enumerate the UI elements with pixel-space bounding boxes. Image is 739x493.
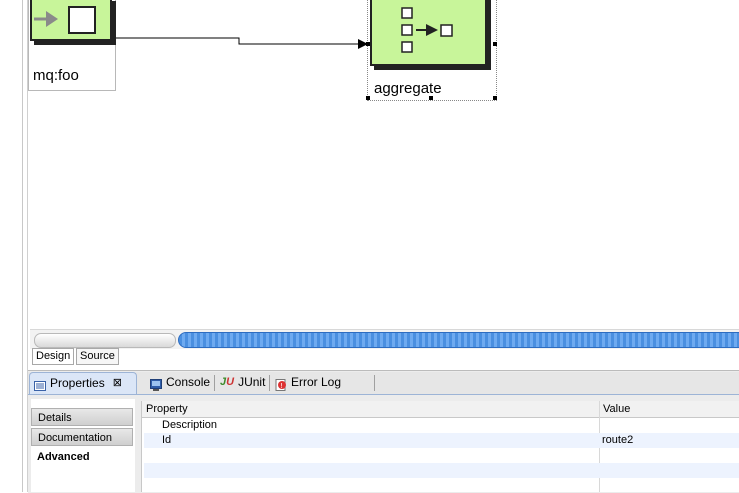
tab-divider — [374, 375, 375, 391]
scrollbar-track-left — [34, 333, 176, 348]
table-row[interactable]: Description — [144, 418, 739, 433]
junit-icon: JU — [220, 376, 235, 388]
node-aggregate-body — [370, 0, 487, 66]
table-row[interactable]: Id route2 — [144, 433, 739, 448]
scrollbar-thumb[interactable] — [178, 332, 739, 348]
column-header-value[interactable]: Value — [599, 401, 630, 417]
close-icon[interactable]: ⊠ — [113, 373, 122, 394]
tab-properties[interactable]: Properties ⊠ — [29, 372, 137, 394]
horizontal-scrollbar[interactable] — [30, 329, 739, 349]
route-connection — [116, 37, 368, 49]
tab-divider — [269, 375, 270, 391]
aggregate-icon — [401, 7, 453, 53]
selection-handle[interactable] — [493, 96, 497, 100]
property-value[interactable]: route2 — [602, 433, 633, 448]
error-log-icon: ! — [275, 377, 287, 391]
view-tabbar: Properties ⊠ Console JU JUnit ! Error Lo… — [28, 372, 739, 395]
tab-properties-label: Properties — [50, 376, 105, 390]
property-table: Property Value Description Id route2 — [141, 401, 739, 492]
svg-text:!: ! — [280, 382, 283, 390]
selection-handle[interactable] — [493, 42, 497, 46]
tab-console[interactable]: Console — [146, 372, 214, 393]
console-icon — [150, 377, 162, 391]
tab-junit[interactable]: JU JUnit — [216, 372, 269, 393]
section-details[interactable]: Details — [31, 408, 133, 426]
table-row-empty — [144, 463, 739, 478]
node-mq-foo-label: mq:foo — [33, 67, 79, 84]
properties-icon — [34, 378, 46, 391]
table-row-empty — [144, 448, 739, 463]
property-sections: Details Documentation Advanced — [31, 399, 135, 492]
tab-error-log-label: Error Log — [291, 375, 342, 389]
tab-console-label: Console — [166, 375, 211, 389]
tab-source[interactable]: Source — [76, 348, 119, 365]
node-mq-foo-body — [30, 0, 112, 41]
selection-handle[interactable] — [429, 96, 433, 100]
tab-design[interactable]: Design — [32, 348, 75, 365]
property-name: Id — [162, 434, 172, 446]
diagram-canvas[interactable]: mq:foo aggregate — [28, 0, 739, 328]
node-mq-foo[interactable]: mq:foo — [28, 0, 116, 91]
endpoint-icon — [34, 6, 96, 34]
node-aggregate-label: aggregate — [374, 80, 442, 97]
section-advanced[interactable]: Advanced — [31, 448, 133, 466]
selection-handle[interactable] — [366, 42, 370, 46]
table-header: Property Value — [142, 401, 739, 418]
editor-gutter — [22, 0, 23, 492]
section-documentation[interactable]: Documentation — [31, 428, 133, 446]
tab-junit-label: JUnit — [238, 375, 266, 389]
tab-divider — [214, 375, 215, 391]
node-aggregate[interactable]: aggregate — [366, 0, 497, 101]
property-name: Description — [162, 419, 218, 431]
column-header-property[interactable]: Property — [142, 401, 188, 417]
tab-error-log[interactable]: ! Error Log — [271, 372, 345, 393]
selection-handle[interactable] — [366, 96, 370, 100]
